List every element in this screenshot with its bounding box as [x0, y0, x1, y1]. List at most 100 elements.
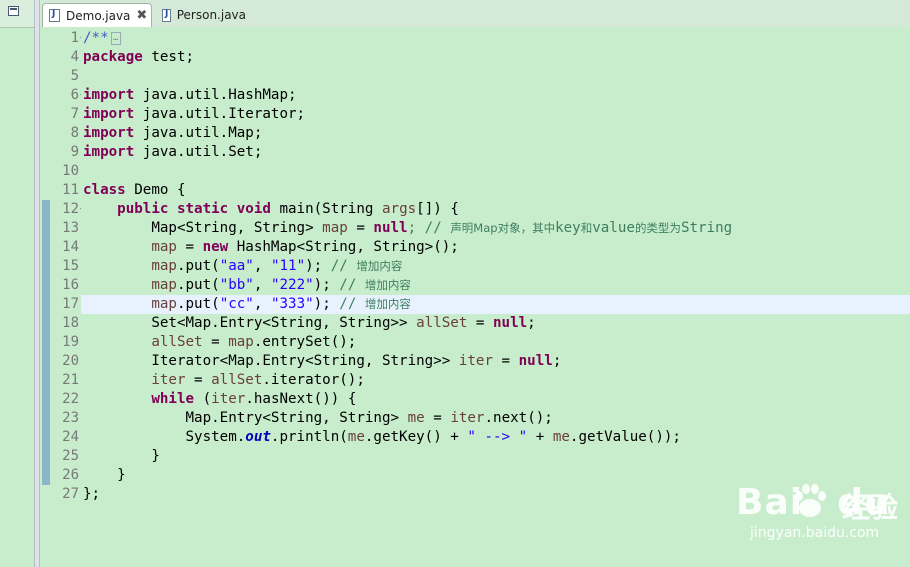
code-line[interactable]: import java.util.HashMap; [81, 86, 910, 105]
code-token: Iterator<Map.Entry<String, String>> [83, 353, 459, 369]
code-token: static [176, 201, 229, 217]
code-line[interactable]: import java.util.Set; [81, 143, 910, 162]
code-line[interactable]: System.out.println(me.getKey() + " --> "… [81, 428, 910, 447]
change-marker [42, 238, 50, 257]
code-line[interactable]: map.put("cc", "333"); // 增加内容 [81, 295, 910, 314]
code-token: void [236, 201, 271, 217]
code-token: me [552, 429, 570, 445]
code-token: .put( [176, 296, 220, 312]
code-line[interactable]: Set<Map.Entry<String, String>> allSet = … [81, 314, 910, 333]
code-token: map [151, 258, 177, 274]
line-number: 10 [62, 163, 79, 179]
code-token: }; [83, 486, 101, 502]
code-token: "bb" [219, 277, 254, 293]
code-token: java.util.HashMap; [134, 87, 297, 103]
line-number: 14 [62, 239, 79, 255]
close-icon[interactable]: ✖ [136, 9, 147, 22]
code-token: null [373, 220, 408, 236]
code-line[interactable]: map.put("aa", "11"); // 增加内容 [81, 257, 910, 276]
code-token: allSet [211, 372, 263, 388]
code-line[interactable] [81, 67, 910, 86]
code-token: String [680, 220, 733, 236]
overview-ruler[interactable] [40, 27, 54, 567]
code-token: ); [313, 296, 340, 312]
change-marker [42, 466, 50, 485]
code-token: "222" [270, 277, 314, 293]
code-token: "333" [270, 296, 314, 312]
code-token: test; [142, 49, 195, 65]
line-number-gutter: 1+456−789101112−131415161718192021222324… [53, 27, 86, 567]
java-file-icon [162, 8, 171, 22]
code-line[interactable]: public static void main(String args[]) { [81, 200, 910, 219]
code-token: new [202, 239, 229, 255]
change-marker [42, 200, 50, 219]
code-token: .put( [176, 258, 220, 274]
line-number: 17 [62, 296, 79, 312]
code-token: ( [194, 391, 212, 407]
code-token: = [424, 410, 451, 426]
code-token: "cc" [219, 296, 254, 312]
code-token: ); [305, 258, 331, 274]
code-token: map [151, 277, 177, 293]
line-number: 23 [62, 410, 79, 426]
code-line[interactable]: package test; [81, 48, 910, 67]
code-line[interactable]: Iterator<Map.Entry<String, String>> iter… [81, 352, 910, 371]
line-number: 13 [62, 220, 79, 236]
line-number: 8 [70, 125, 79, 141]
code-token: " --> " [467, 429, 528, 445]
code-token: allSet [416, 315, 468, 331]
code-token: map [322, 220, 348, 236]
code-line[interactable]: import java.util.Iterator; [81, 105, 910, 124]
code-line[interactable]: /**… [81, 29, 910, 48]
code-token: iter [151, 372, 186, 388]
code-token: ; [527, 315, 536, 331]
line-number: 6 [70, 87, 79, 103]
change-marker [42, 219, 50, 238]
collapsed-comment-icon[interactable]: … [110, 31, 121, 45]
code-line[interactable]: import java.util.Map; [81, 124, 910, 143]
code-line[interactable]: map = new HashMap<String, String>(); [81, 238, 910, 257]
tab-person-java[interactable]: Person.java [156, 3, 246, 27]
line-number: 4 [70, 49, 79, 65]
code-line[interactable]: class Demo { [81, 181, 910, 200]
code-line[interactable]: } [81, 447, 910, 466]
restore-icon[interactable] [8, 6, 19, 16]
left-view-pane [0, 0, 34, 567]
code-token: 声明Map对象，其中 [450, 221, 556, 235]
line-number: 22 [62, 391, 79, 407]
code-token: args [381, 201, 417, 217]
java-editor: Demo.java ✖ Person.java 1+456−789101112−… [40, 0, 910, 567]
tab-demo-java[interactable]: Demo.java ✖ [42, 3, 152, 27]
code-line[interactable]: Map.Entry<String, String> me = iter.next… [81, 409, 910, 428]
code-line[interactable]: iter = allSet.iterator(); [81, 371, 910, 390]
code-line[interactable] [81, 162, 910, 181]
line-number: 11 [62, 182, 79, 198]
code-line[interactable]: map.put("bb", "222"); // 增加内容 [81, 276, 910, 295]
code-line[interactable]: while (iter.hasNext()) { [81, 390, 910, 409]
change-marker [42, 314, 50, 333]
line-number: 18 [62, 315, 79, 331]
code-token: // [339, 296, 365, 312]
code-token: java.util.Map; [134, 125, 263, 141]
code-token: Demo { [125, 182, 186, 198]
code-token: } [83, 467, 126, 483]
code-token: .iterator(); [262, 372, 365, 388]
code-token: // [339, 277, 365, 293]
code-line[interactable]: allSet = map.entrySet(); [81, 333, 910, 352]
code-line[interactable]: }; [81, 485, 910, 504]
tab-label: Person.java [176, 8, 246, 22]
code-text-area[interactable]: /**… package test; import java.util.HashMa… [81, 27, 910, 567]
line-number: 16 [62, 277, 79, 293]
code-token: .println( [270, 429, 348, 445]
code-token: "11" [270, 258, 306, 274]
code-token: = [347, 220, 374, 236]
code-token: java.util.Set; [134, 144, 263, 160]
change-marker [42, 447, 50, 466]
code-line[interactable]: } [81, 466, 910, 485]
code-line[interactable]: Map<String, String> map = null; // 声明Map… [81, 219, 910, 238]
editor-tab-bar: Demo.java ✖ Person.java [40, 0, 910, 28]
change-marker [42, 276, 50, 295]
